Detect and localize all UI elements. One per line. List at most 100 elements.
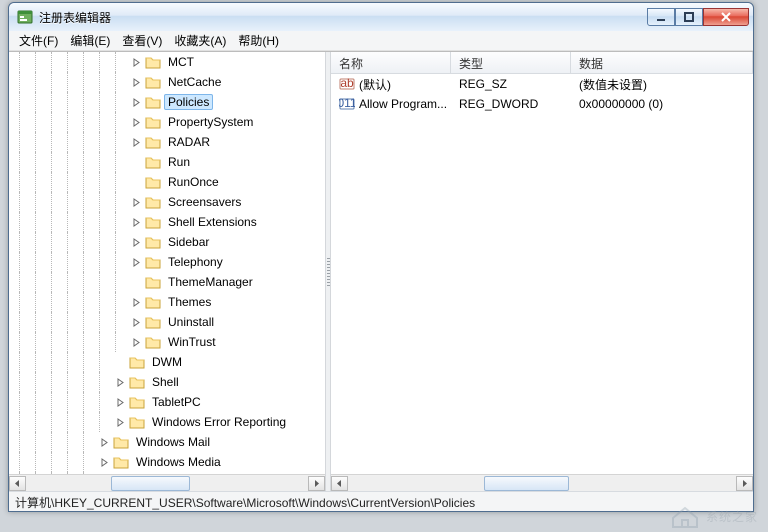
- tree-item-label: Sidebar: [164, 235, 213, 249]
- tree-item[interactable]: Uninstall: [19, 312, 325, 332]
- svg-text:011: 011: [339, 96, 355, 110]
- regedit-icon: [17, 9, 33, 25]
- folder-icon: [145, 295, 161, 309]
- client-area: MCT NetCache Policies PropertySystemRADAR Ru…: [9, 51, 753, 491]
- scroll-thumb[interactable]: [111, 476, 190, 491]
- scroll-track[interactable]: [348, 476, 736, 491]
- expand-icon[interactable]: [131, 117, 142, 128]
- close-button[interactable]: [703, 8, 749, 26]
- folder-icon: [145, 95, 161, 109]
- scroll-track[interactable]: [26, 476, 308, 491]
- scroll-left-button[interactable]: [331, 476, 348, 491]
- tree-item-label: Run: [164, 155, 194, 169]
- tree-item-label: Policies: [164, 94, 213, 110]
- list-hscrollbar[interactable]: [331, 474, 753, 491]
- tree-item[interactable]: Policies: [19, 92, 325, 112]
- tree-item[interactable]: Themes: [19, 292, 325, 312]
- tree-item[interactable]: Screensavers: [19, 192, 325, 212]
- tree-item-label: NetCache: [164, 75, 225, 89]
- folder-icon: [145, 235, 161, 249]
- folder-icon: [145, 315, 161, 329]
- titlebar[interactable]: 注册表编辑器: [9, 3, 753, 31]
- expand-icon[interactable]: [115, 397, 126, 408]
- folder-icon: [145, 175, 161, 189]
- col-type[interactable]: 类型: [451, 52, 571, 73]
- expand-icon[interactable]: [131, 137, 142, 148]
- expand-icon[interactable]: [131, 97, 142, 108]
- list-row[interactable]: 011Allow Program...REG_DWORD0x00000000 (…: [331, 94, 753, 114]
- list-view[interactable]: ab(默认)REG_SZ(数值未设置) 011 Allow Program... RE…: [331, 74, 753, 474]
- scroll-right-button[interactable]: [736, 476, 753, 491]
- tree-item-label: Screensavers: [164, 195, 245, 209]
- no-expand-icon: [115, 357, 126, 368]
- tree-item[interactable]: Windows Error Reporting: [19, 412, 325, 432]
- tree-item[interactable]: Shell: [19, 372, 325, 392]
- folder-icon: [129, 415, 145, 429]
- cell-type: REG_SZ: [451, 77, 571, 91]
- menu-file[interactable]: 文件(F): [13, 30, 64, 51]
- expand-icon[interactable]: [131, 257, 142, 268]
- tree-item[interactable]: Sidebar: [19, 232, 325, 252]
- tree-item[interactable]: Telephony: [19, 252, 325, 272]
- expand-icon[interactable]: [115, 417, 126, 428]
- expand-icon[interactable]: [131, 77, 142, 88]
- splitter-grip-icon: [327, 258, 330, 286]
- tree-item[interactable]: RunOnce: [19, 172, 325, 192]
- tree-item[interactable]: Windows NT: [19, 472, 325, 474]
- col-name[interactable]: 名称: [331, 52, 451, 73]
- folder-icon: [129, 395, 145, 409]
- folder-icon: [145, 275, 161, 289]
- expand-icon[interactable]: [131, 337, 142, 348]
- tree-item[interactable]: Shell Extensions: [19, 212, 325, 232]
- cell-name: Allow Program...: [359, 97, 447, 111]
- list-row[interactable]: ab(默认)REG_SZ(数值未设置): [331, 74, 753, 94]
- expand-icon[interactable]: [131, 297, 142, 308]
- string-value-icon: ab: [339, 76, 355, 92]
- expand-icon[interactable]: [131, 197, 142, 208]
- expand-icon[interactable]: [115, 377, 126, 388]
- cell-data: (数值未设置): [571, 76, 753, 93]
- window-title: 注册表编辑器: [39, 9, 647, 26]
- tree-item[interactable]: RADAR: [19, 132, 325, 152]
- maximize-button[interactable]: [675, 8, 703, 26]
- menu-edit[interactable]: 编辑(E): [64, 30, 116, 51]
- tree-item[interactable]: Run: [19, 152, 325, 172]
- binary-value-icon: 011: [339, 96, 355, 112]
- tree-item[interactable]: MCT: [19, 52, 325, 72]
- tree-item[interactable]: NetCache: [19, 72, 325, 92]
- list-header: 名称 类型 数据: [331, 52, 753, 74]
- expand-icon[interactable]: [99, 457, 110, 468]
- menubar: 文件(F) 编辑(E) 查看(V) 收藏夹(A) 帮助(H): [9, 31, 753, 51]
- scroll-left-button[interactable]: [9, 476, 26, 491]
- tree-item-label: Shell: [148, 375, 183, 389]
- expand-icon[interactable]: [131, 57, 142, 68]
- cell-data: 0x00000000 (0): [571, 97, 753, 111]
- scroll-right-button[interactable]: [308, 476, 325, 491]
- folder-icon: [145, 255, 161, 269]
- tree-item[interactable]: Windows Mail: [19, 432, 325, 452]
- tree-item[interactable]: Windows Media: [19, 452, 325, 472]
- tree-item[interactable]: WinTrust: [19, 332, 325, 352]
- expand-icon[interactable]: [131, 217, 142, 228]
- tree-item[interactable]: PropertySystem: [19, 112, 325, 132]
- expand-icon[interactable]: [99, 437, 110, 448]
- tree-item-label: MCT: [164, 55, 198, 69]
- tree-item[interactable]: TabletPC: [19, 392, 325, 412]
- minimize-button[interactable]: [647, 8, 675, 26]
- menu-favorites[interactable]: 收藏夹(A): [168, 30, 232, 51]
- tree-view[interactable]: MCT NetCache Policies PropertySystemRADAR Ru…: [9, 52, 325, 474]
- expand-icon[interactable]: [131, 317, 142, 328]
- window-frame: 注册表编辑器 文件(F) 编辑(E) 查看(V) 收藏夹(A) 帮助(H) MC…: [8, 2, 754, 512]
- tree-item-label: Themes: [164, 295, 215, 309]
- col-data[interactable]: 数据: [571, 52, 753, 73]
- tree-hscrollbar[interactable]: [9, 474, 325, 491]
- tree-item-label: WinTrust: [164, 335, 220, 349]
- menu-view[interactable]: 查看(V): [116, 30, 168, 51]
- tree-item[interactable]: DWM: [19, 352, 325, 372]
- menu-help[interactable]: 帮助(H): [232, 30, 285, 51]
- tree-item-label: DWM: [148, 355, 186, 369]
- status-path: 计算机\HKEY_CURRENT_USER\Software\Microsoft…: [15, 496, 475, 510]
- expand-icon[interactable]: [131, 237, 142, 248]
- tree-item[interactable]: ThemeManager: [19, 272, 325, 292]
- scroll-thumb[interactable]: [484, 476, 569, 491]
